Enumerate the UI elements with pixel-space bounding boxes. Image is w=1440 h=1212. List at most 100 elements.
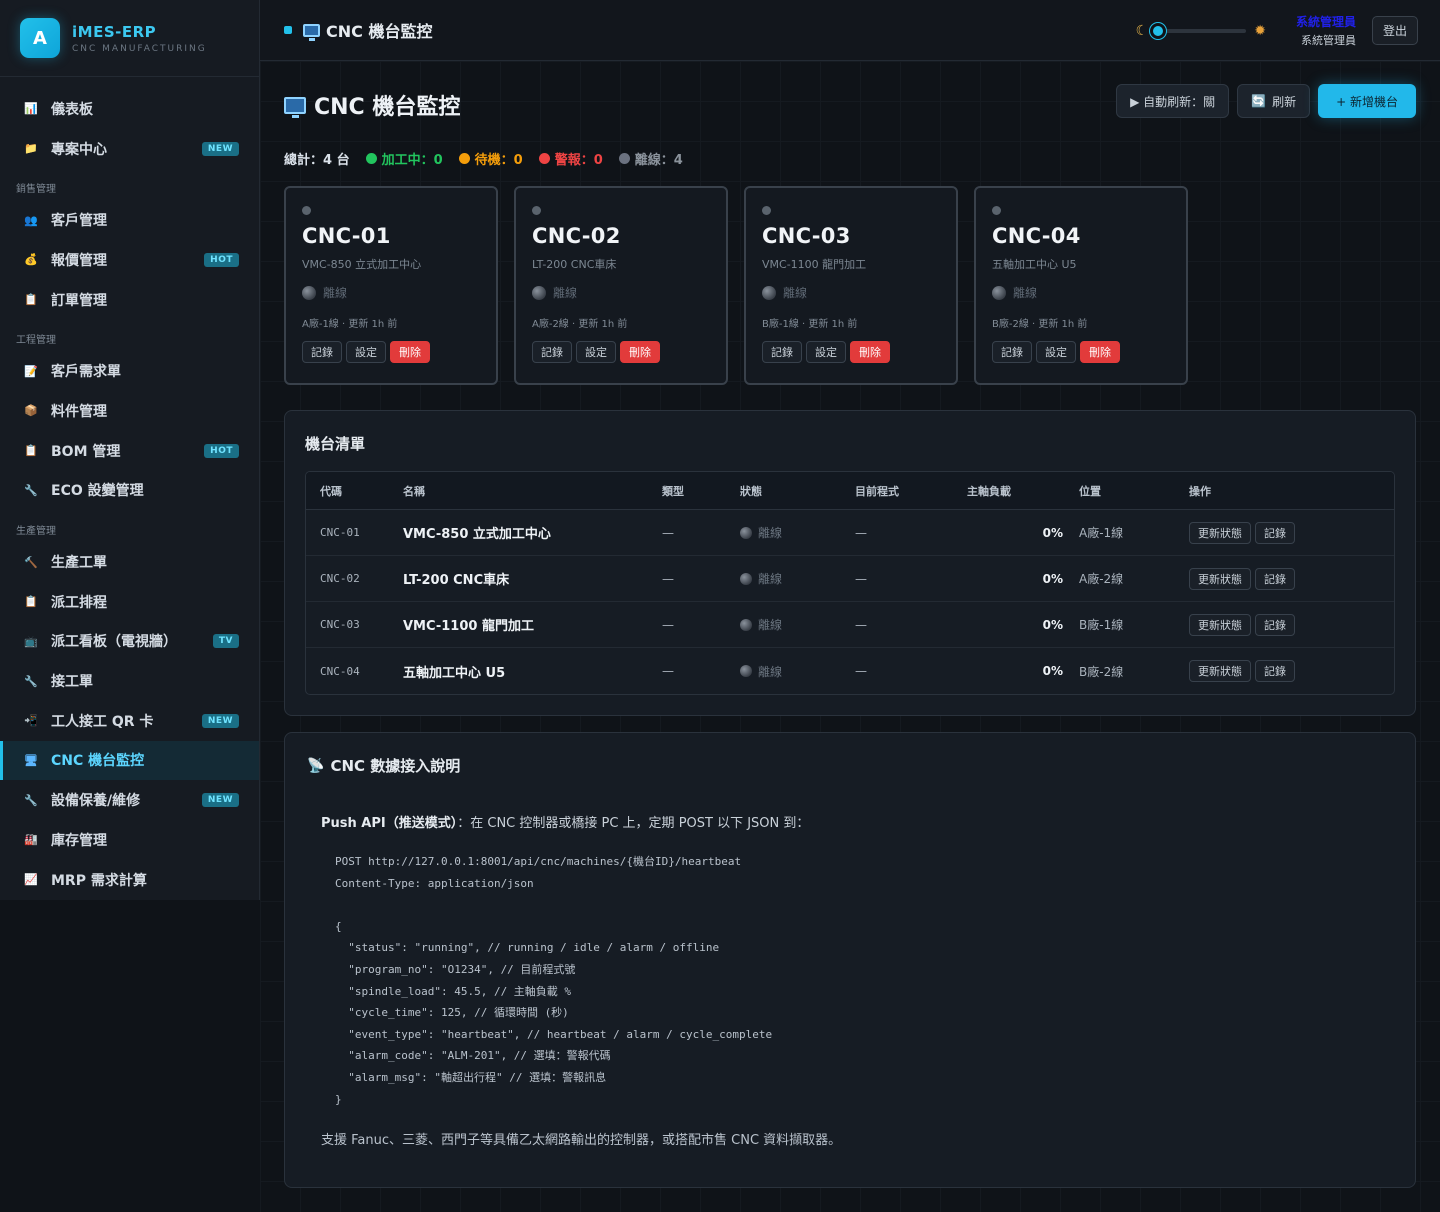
log-button[interactable]: 記錄 <box>532 341 572 363</box>
nav-badge: HOT <box>204 252 239 267</box>
delete-button[interactable]: 刪除 <box>850 341 890 363</box>
sun-icon[interactable]: ✹ <box>1254 23 1266 39</box>
cell-type: — <box>662 525 674 540</box>
machine-card[interactable]: CNC-01 VMC-850 立式加工中心 離線 A廠-1線 · 更新 1h 前記錄設… <box>284 186 498 385</box>
sidebar-item-label: 客戶需求單 <box>51 364 121 381</box>
cell-spindle-load: 0% <box>1042 617 1063 632</box>
sidebar-item[interactable]: 🏭 庫存管理 <box>0 820 259 860</box>
machine-status: 離線 <box>302 284 480 301</box>
sidebar-item[interactable]: 📈 MRP 需求計算 <box>0 860 259 900</box>
machine-code: CNC-01 <box>302 224 391 248</box>
table-header: 代碼 名稱 類型 狀態 目前程式 主軸負載 位置 操作 <box>306 472 1394 510</box>
sidebar-item[interactable]: 🔧 ECO 設變管理 <box>0 471 259 511</box>
log-button[interactable]: 記錄 <box>762 341 802 363</box>
auto-refresh-toggle[interactable]: ▶ 自動刷新：關 <box>1116 84 1230 118</box>
offline-status-icon <box>532 285 546 300</box>
logout-button[interactable]: 登出 <box>1371 16 1418 45</box>
offline-status-icon <box>762 285 776 300</box>
add-machine-button[interactable]: + 新增機台 <box>1318 84 1416 118</box>
sidebar-item[interactable]: 📝 客戶需求單 <box>0 351 259 391</box>
offline-status-icon <box>740 526 752 539</box>
cell-program: — <box>855 617 867 632</box>
cell-name: LT-200 CNC車床 <box>403 573 510 588</box>
machine-status-text: 離線 <box>783 286 808 300</box>
sidebar-item[interactable]: 💰 報價管理 HOT <box>0 240 259 280</box>
stat-total-value: 4 台 <box>323 153 350 168</box>
log-button[interactable]: 記錄 <box>992 341 1032 363</box>
delete-button[interactable]: 刪除 <box>620 341 660 363</box>
delete-button[interactable]: 刪除 <box>1080 341 1120 363</box>
log-button[interactable]: 記錄 <box>1255 613 1295 636</box>
stat-offline-text: 離線：4 <box>634 153 683 168</box>
machine-card[interactable]: CNC-03 VMC-1100 龍門加工 離線 B廠-1線 · 更新 1h 前記錄 設定… <box>744 186 958 385</box>
stat-running-text: 加工中：0 <box>381 153 443 168</box>
sidebar-item[interactable]: 📲 工人接工 QR 卡 NEW <box>0 701 259 741</box>
settings-button[interactable]: 設定 <box>1036 341 1076 363</box>
update-status-button[interactable]: 更新狀態 <box>1189 660 1251 682</box>
clipboard-icon: 📋 <box>24 595 38 609</box>
machine-cards: CNC-01 VMC-850 立式加工中心 離線 A廠-1線 · 更新 1h 前記錄設… <box>284 186 1188 385</box>
cell-spindle-load: 0% <box>1042 571 1063 586</box>
sidebar-item[interactable]: 📋 BOM 管理 HOT <box>0 431 259 471</box>
machine-meta: A廠-2線 · 更新 1h 前 <box>532 319 628 330</box>
machine-status: 離線 <box>532 284 710 301</box>
machine-code: CNC-03 <box>762 224 851 248</box>
guide-intro-text: ：在 CNC 控制器或橋接 PC 上，定期 POST 以下 JSON 到： <box>457 816 810 831</box>
machine-card[interactable]: CNC-04 五軸加工中心 U5 離線 B廠-2線 · 更新 1h 前記錄 設定 刪除 <box>974 186 1188 385</box>
code-sample: POST http://127.0.0.1:8001/api/cnc/machi… <box>335 855 773 1106</box>
sidebar-item[interactable]: 📊 儀表板 <box>0 89 259 129</box>
stat-total-label: 總計： <box>284 153 324 168</box>
cell-type: — <box>662 571 674 586</box>
log-button[interactable]: 記錄 <box>1255 660 1295 682</box>
log-button[interactable]: 記錄 <box>1255 567 1295 590</box>
refresh-button[interactable]: 🔄 刷新 <box>1237 84 1311 118</box>
theme-slider-knob[interactable] <box>1150 22 1167 39</box>
sidebar-item[interactable]: 📺 派工看板（電視牆） TV <box>0 622 259 662</box>
cell-status-text: 離線 <box>758 526 783 540</box>
machine-meta: B廠-1線 · 更新 1h 前 <box>762 319 858 330</box>
sidebar-item[interactable]: 📦 料件管理 <box>0 391 259 431</box>
sidebar-item[interactable]: 🖥 CNC 機台監控 <box>0 740 259 781</box>
sidebar-item[interactable]: 🔨 生產工單 <box>0 542 259 582</box>
update-status-button[interactable]: 更新狀態 <box>1189 521 1251 544</box>
status-indicator <box>762 206 771 215</box>
machine-card[interactable]: CNC-02 LT-200 CNC車床 離線 A廠-2線 · 更新 1h 前記錄 設定刪… <box>514 186 728 385</box>
theme-slider[interactable] <box>1150 22 1247 39</box>
sidebar-item[interactable]: 📋 派工排程 <box>0 582 259 622</box>
brand[interactable]: A iMES-ERP CNC MANUFACTURING <box>0 0 259 77</box>
machine-meta: B廠-2線 · 更新 1h 前 <box>992 319 1088 330</box>
sidebar-item-label: CNC 機台監控 <box>51 753 145 770</box>
update-status-button[interactable]: 更新狀態 <box>1189 613 1251 636</box>
user-name[interactable]: 系統管理員 <box>1296 13 1356 30</box>
sidebar-item-label: 訂單管理 <box>51 292 107 309</box>
settings-button[interactable]: 設定 <box>806 341 846 363</box>
log-button[interactable]: 記錄 <box>302 341 342 363</box>
machine-model: LT-200 CNC車床 <box>532 258 617 271</box>
nav-section-label: 生產管理 <box>16 526 56 538</box>
cell-program: — <box>855 664 867 678</box>
monitor-icon: 🖥 <box>24 753 38 767</box>
sidebar-item[interactable]: 🔧 設備保養/維修 NEW <box>0 780 259 820</box>
cell-status-text: 離線 <box>758 618 783 632</box>
title-marker <box>284 26 292 34</box>
sidebar-item[interactable]: 🔧 接工單 <box>0 661 259 701</box>
offline-status-icon <box>992 285 1006 300</box>
sidebar-item[interactable]: 📋 訂單管理 <box>0 280 259 320</box>
sidebar-item[interactable]: 👥 客戶管理 <box>0 200 259 240</box>
column-header: 操作 <box>1189 484 1211 498</box>
update-status-button[interactable]: 更新狀態 <box>1189 567 1251 590</box>
line-chart-icon: 📈 <box>24 873 38 887</box>
settings-button[interactable]: 設定 <box>576 341 616 363</box>
sidebar-item[interactable]: 📁 專案中心 NEW <box>0 129 259 169</box>
log-button[interactable]: 記錄 <box>1255 521 1295 544</box>
table-row: CNC-04 五軸加工中心 U5 — 離線 — 0% B廠-2線 更新狀態 記錄 <box>306 648 1394 694</box>
delete-button[interactable]: 刪除 <box>390 341 430 363</box>
stat-total: 總計： 4 台 <box>284 149 350 168</box>
settings-button[interactable]: 設定 <box>346 341 386 363</box>
cell-program: — <box>855 571 867 586</box>
cell-type: — <box>662 617 674 632</box>
app-name: iMES-ERP <box>72 22 157 41</box>
machine-code: CNC-04 <box>992 224 1081 248</box>
guide-intro: Push API（推送模式）：在 CNC 控制器或橋接 PC 上，定期 POST… <box>321 812 809 831</box>
moon-icon[interactable]: ☾ <box>1136 23 1149 39</box>
